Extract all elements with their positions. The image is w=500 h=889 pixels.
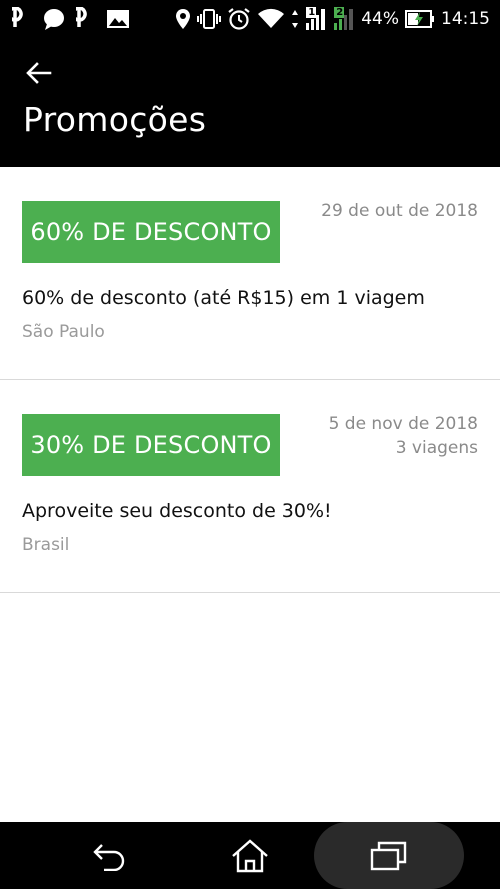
b-app-icon — [76, 7, 96, 31]
status-right-icons: 1 2 44% 14:15 — [175, 6, 490, 32]
promo-card[interactable]: 60% DE DESCONTO 29 de out de 2018 60% de… — [0, 167, 500, 380]
promo-title: Aproveite seu desconto de 30%! — [22, 500, 332, 522]
promo-card[interactable]: 30% DE DESCONTO 5 de nov de 2018 3 viage… — [0, 380, 500, 593]
signal-sim1-icon: 1 — [305, 7, 327, 31]
recents-icon — [370, 841, 408, 871]
promo-location: São Paulo — [22, 322, 105, 342]
chat-bubble-icon — [42, 7, 66, 31]
promo-title: 60% de desconto (até R$15) em 1 viagem — [22, 287, 425, 309]
home-icon — [231, 838, 269, 873]
promo-date: 5 de nov de 2018 — [328, 414, 478, 434]
page-title: Promoções — [23, 100, 207, 139]
nav-back-button[interactable] — [60, 822, 160, 889]
discount-badge: 30% DE DESCONTO — [22, 414, 280, 476]
discount-badge: 60% DE DESCONTO — [22, 201, 280, 263]
battery-percent: 44% — [361, 9, 399, 29]
battery-charging-icon — [405, 9, 435, 29]
status-left-icons — [12, 6, 130, 32]
status-bar: 1 2 44% 14:15 — [0, 0, 500, 38]
location-pin-icon — [175, 8, 191, 30]
promotions-list: 60% DE DESCONTO 29 de out de 2018 60% de… — [0, 167, 500, 593]
sim1-label: 1 — [308, 7, 316, 18]
alarm-icon — [227, 7, 251, 31]
promo-location: Brasil — [22, 535, 70, 555]
signal-sim2-icon: 2 — [333, 7, 355, 31]
image-icon — [106, 8, 130, 30]
arrow-left-icon — [26, 62, 52, 84]
data-arrows-icon — [291, 8, 299, 30]
wifi-icon — [257, 8, 285, 30]
back-nav-icon — [92, 841, 128, 871]
promo-date: 29 de out de 2018 — [321, 201, 478, 221]
b-app-icon — [12, 7, 32, 31]
navigation-bar — [0, 822, 500, 889]
nav-home-button[interactable] — [200, 822, 300, 889]
back-button[interactable] — [22, 56, 56, 90]
vibrate-icon — [197, 8, 222, 30]
nav-recents-button[interactable] — [314, 822, 464, 889]
promo-trips: 3 viagens — [395, 438, 478, 458]
promo-meta: 29 de out de 2018 — [321, 199, 478, 223]
clock: 14:15 — [441, 9, 490, 29]
promo-meta: 5 de nov de 2018 3 viagens — [329, 412, 478, 460]
sim2-label: 2 — [336, 7, 344, 18]
app-header: Promoções — [0, 38, 500, 167]
